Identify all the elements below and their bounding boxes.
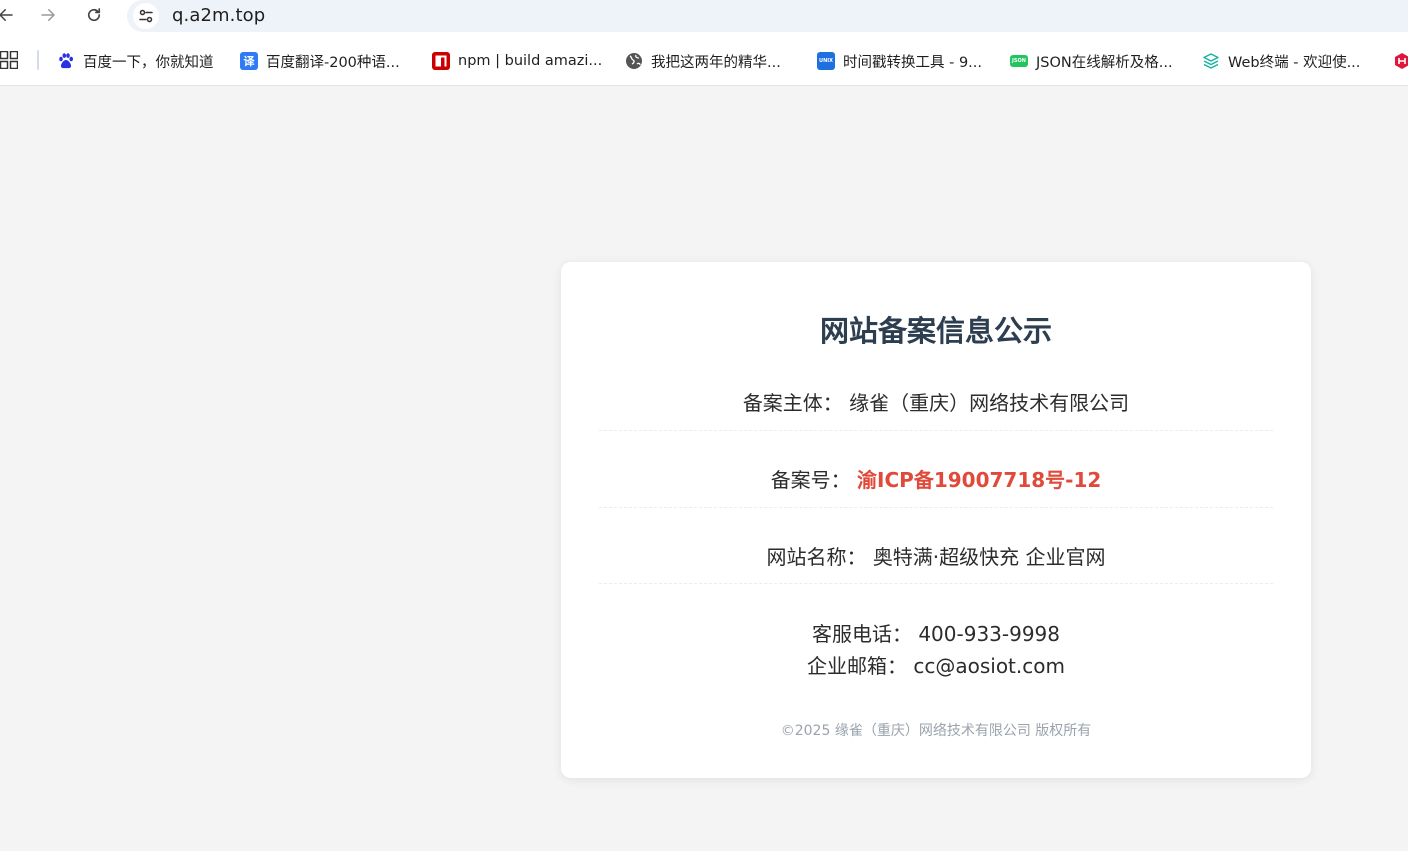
- email-value: cc@aosiot.com: [913, 654, 1065, 678]
- bookmark-label: 时间戳转换工具 - 9...: [843, 54, 983, 71]
- apps-grid-icon[interactable]: [0, 51, 18, 69]
- icp-record-card: 网站备案信息公示 备案主体： 缘雀（重庆）网络技术有限公司 备案号： 渝ICP备…: [561, 262, 1311, 778]
- page-title: 网站备案信息公示: [819, 314, 1052, 348]
- bookmark-json[interactable]: JSON JSON在线解析及格...: [1010, 50, 1173, 72]
- record-site-name-row: 网站名称： 奥特满·超级快充 企业官网: [599, 541, 1273, 584]
- record-phone-row: 客服电话： 400-933-9998: [599, 618, 1273, 647]
- bookmark-label: Web终端 - 欢迎使...: [1228, 54, 1361, 71]
- url-text[interactable]: q.a2m.top: [172, 5, 265, 26]
- email-label: 企业邮箱：: [807, 654, 907, 678]
- site-info-button[interactable]: [133, 3, 159, 29]
- bookmark-web-terminal[interactable]: Web终端 - 欢迎使...: [1202, 50, 1360, 72]
- record-icp-row: 备案号： 渝ICP备19007718号-12: [599, 464, 1273, 508]
- reload-icon: [87, 8, 101, 22]
- record-entity-row: 备案主体： 缘雀（重庆）网络技术有限公司: [599, 387, 1273, 431]
- phone-value: 400-933-9998: [918, 622, 1061, 646]
- entity-label: 备案主体：: [742, 391, 843, 415]
- baidu-paw-icon: [59, 53, 73, 69]
- entity-value: 缘雀（重庆）网络技术有限公司: [849, 391, 1130, 415]
- bookmark-label: JSON在线解析及格...: [1036, 54, 1173, 71]
- icp-number-link[interactable]: 渝ICP备19007718号-12: [857, 468, 1101, 492]
- bookmark-baidu-translate[interactable]: 译 百度翻译-200种语...: [240, 50, 400, 72]
- bookmark-timestamp[interactable]: UNIX 时间戳转换工具 - 9...: [817, 50, 982, 72]
- arrow-right-icon: [41, 9, 55, 21]
- hexagon-icon: [1395, 53, 1408, 69]
- bookmark-label: 我把这两年的精华...: [651, 54, 781, 71]
- bookmarks-separator: [37, 50, 39, 70]
- record-email-row: 企业邮箱： cc@aosiot.com: [599, 650, 1273, 679]
- page-body: 网站备案信息公示 备案主体： 缘雀（重庆）网络技术有限公司 备案号： 渝ICP备…: [0, 87, 1408, 851]
- bookmark-label: 百度一下，你就知道: [83, 54, 214, 71]
- site-name-value: 奥特满·超级快充 企业官网: [872, 545, 1106, 569]
- reload-button[interactable]: [80, 3, 108, 27]
- icp-label: 备案号：: [770, 468, 851, 492]
- bookmark-label: 百度翻译-200种语...: [266, 54, 400, 71]
- phone-label: 客服电话：: [811, 622, 912, 646]
- npm-icon: [432, 52, 450, 70]
- bookmark-overflow[interactable]: [1393, 50, 1408, 72]
- arrow-left-icon: [0, 9, 13, 21]
- globe-icon: [626, 53, 642, 69]
- bookmark-article[interactable]: 我把这两年的精华...: [625, 50, 781, 72]
- forward-button[interactable]: [34, 3, 62, 27]
- translate-icon: 译: [240, 52, 258, 70]
- bookmark-npm[interactable]: npm | build amazi...: [432, 50, 602, 72]
- json-icon: JSON: [1010, 55, 1028, 67]
- bookmark-baidu[interactable]: 百度一下，你就知道: [57, 50, 214, 72]
- bookmark-label: npm | build amazi...: [458, 53, 603, 69]
- back-button[interactable]: [0, 3, 20, 27]
- tune-icon: [139, 9, 153, 23]
- copyright-notice: ©2025 缘雀（重庆）网络技术有限公司 版权所有: [780, 723, 1092, 739]
- unix-icon: UNIX: [817, 52, 835, 70]
- bookmarks-bar: 百度一下，你就知道 译 百度翻译-200种语... npm | build am…: [0, 36, 1408, 86]
- address-bar[interactable]: q.a2m.top: [127, 0, 1408, 32]
- layers-icon: [1203, 53, 1219, 69]
- browser-toolbar: q.a2m.top: [0, 0, 1408, 36]
- site-name-label: 网站名称：: [766, 545, 867, 569]
